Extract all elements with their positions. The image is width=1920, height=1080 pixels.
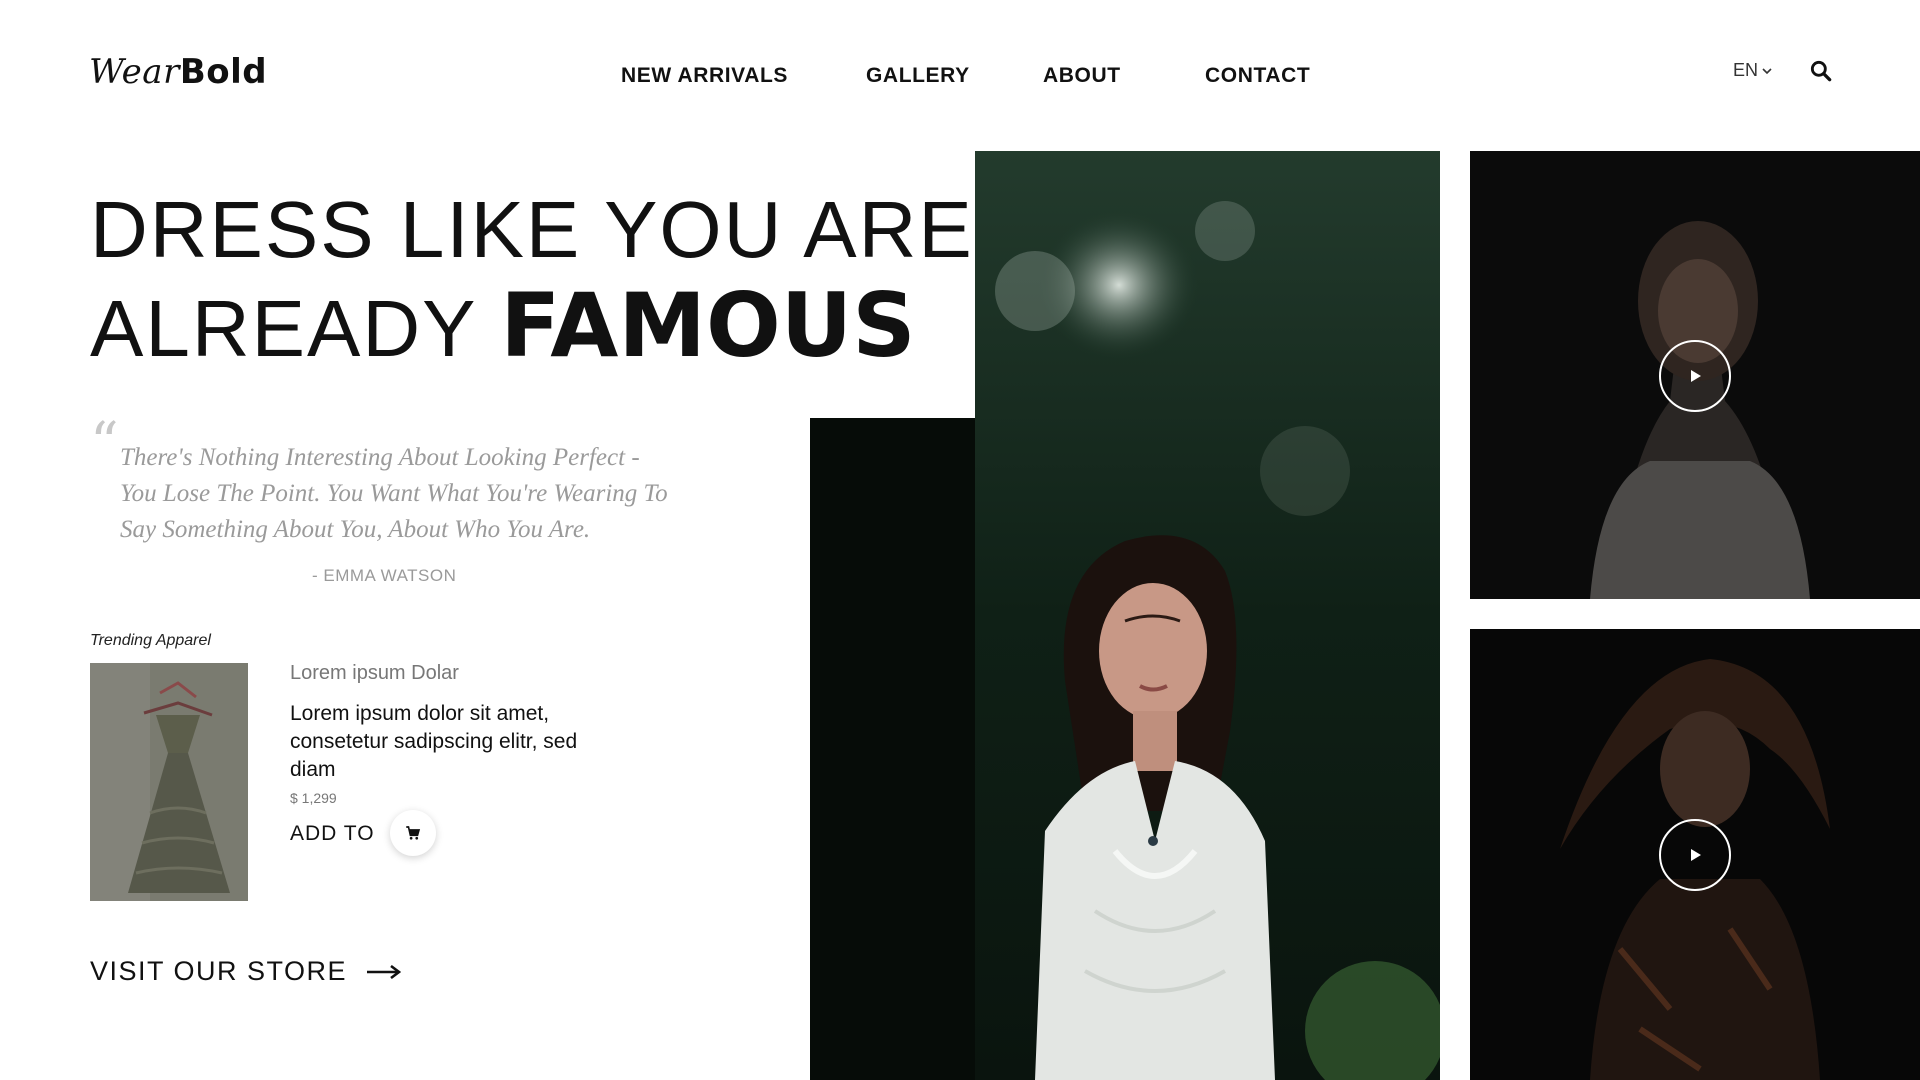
play-icon [1691, 849, 1701, 861]
arrow-right-icon [367, 964, 402, 979]
language-label: EN [1733, 60, 1759, 80]
nav-contact[interactable]: CONTACT [1205, 64, 1310, 88]
video-card-1[interactable] [1470, 151, 1920, 599]
video-card-2[interactable] [1470, 629, 1920, 1080]
visit-store-label: VISIT OUR STORE [90, 956, 348, 986]
nav-new-arrivals[interactable]: NEW ARRIVALS [621, 64, 788, 88]
product-title[interactable]: Lorem ipsum Dolar [290, 662, 459, 685]
product-image[interactable] [90, 663, 248, 901]
nav-gallery[interactable]: GALLERY [866, 64, 970, 88]
logo-light-text: Wear [89, 52, 180, 92]
brand-logo[interactable]: WearBold [89, 52, 267, 92]
model-photo [975, 151, 1440, 1080]
cart-icon [406, 826, 421, 840]
trending-label: Trending Apparel [90, 632, 211, 649]
product-description: Lorem ipsum dolor sit amet, consetetur s… [290, 702, 578, 781]
quote-mark-icon: “ [90, 411, 119, 476]
dress-image [90, 663, 248, 901]
hero-heading-regular: ALREADY [90, 284, 477, 373]
logo-bold-text: Bold [179, 52, 268, 92]
visit-store-link[interactable]: VISIT OUR STORE [90, 956, 402, 987]
hero-image-backdrop [810, 418, 976, 1080]
product-price: $ 1,299 [290, 790, 337, 806]
quote-text: There's Nothing Interesting About Lookin… [120, 444, 668, 543]
play-button-2[interactable] [1659, 819, 1731, 891]
play-button-1[interactable] [1659, 340, 1731, 412]
hero-model-image [975, 151, 1440, 1080]
hero-heading-line2: ALREADY FAMOUS [90, 282, 916, 370]
play-icon [1691, 370, 1701, 382]
search-icon[interactable] [1808, 58, 1834, 84]
hero-heading-line1: DRESS LIKE YOU ARE [90, 185, 974, 274]
nav-about[interactable]: ABOUT [1043, 64, 1121, 88]
chevron-down-icon [1762, 67, 1772, 74]
add-to-cart-button[interactable] [390, 810, 436, 856]
quote-author: - EMMA WATSON [312, 566, 457, 585]
language-selector[interactable]: EN [1733, 60, 1772, 81]
hero-heading-strong: FAMOUS [500, 274, 916, 377]
add-to-label[interactable]: ADD TO [290, 822, 375, 846]
